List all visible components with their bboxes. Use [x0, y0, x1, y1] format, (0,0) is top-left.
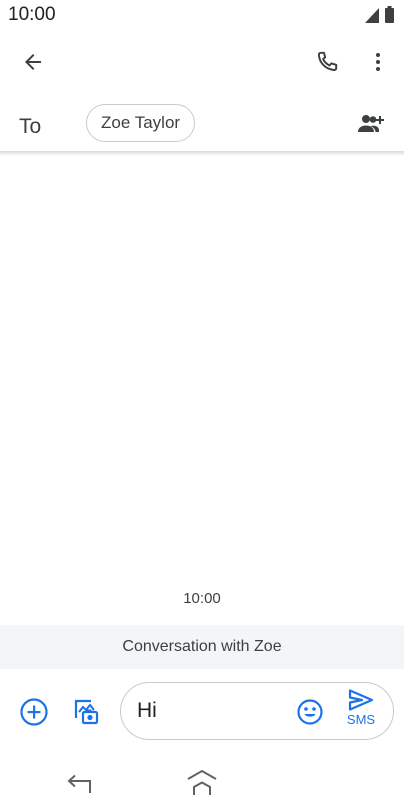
status-icons — [365, 6, 394, 23]
conversation-banner: Conversation with Zoe — [0, 625, 404, 669]
to-label: To — [19, 115, 42, 138]
more-options-button[interactable] — [356, 40, 400, 84]
plus-circle-icon — [20, 698, 48, 726]
recipient-row: To Zoe Taylor — [0, 100, 404, 152]
nav-home-button[interactable] — [180, 760, 224, 804]
app-bar — [0, 34, 404, 90]
signal-icon — [365, 8, 379, 23]
gallery-icon — [74, 699, 99, 725]
nav-home-icon — [187, 769, 217, 795]
conversation-area — [0, 156, 404, 581]
compose-field: SMS — [120, 682, 394, 740]
add-person-icon — [358, 115, 384, 132]
attach-more-button[interactable] — [12, 690, 56, 734]
more-vert-icon — [376, 53, 380, 71]
recipient-chip-label: Zoe Taylor — [101, 113, 181, 132]
call-button[interactable] — [305, 40, 349, 84]
message-input[interactable] — [137, 698, 287, 724]
gallery-button[interactable] — [63, 690, 107, 734]
message-timestamp: 10:00 — [183, 590, 221, 607]
send-label: SMS — [346, 712, 376, 727]
recipient-chip[interactable]: Zoe Taylor — [86, 104, 196, 142]
compose-bar: SMS — [0, 678, 404, 748]
back-arrow-icon — [25, 54, 41, 70]
back-button[interactable] — [11, 40, 55, 84]
nav-back-button[interactable] — [57, 762, 101, 806]
nav-back-icon — [67, 774, 91, 793]
conversation-banner-text: Conversation with Zoe — [122, 638, 282, 655]
battery-icon — [385, 6, 394, 23]
status-bar: 10:00 — [0, 0, 404, 30]
status-time: 10:00 — [8, 4, 56, 25]
emoji-icon — [297, 699, 323, 725]
send-icon — [348, 689, 374, 711]
system-nav-bar — [0, 758, 404, 808]
send-sms-button[interactable]: SMS — [339, 689, 383, 735]
phone-icon — [317, 51, 338, 71]
emoji-button[interactable] — [293, 695, 327, 729]
add-recipient-button[interactable] — [349, 102, 393, 146]
